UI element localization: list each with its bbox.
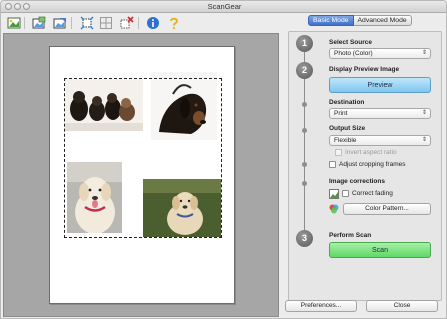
chevron-updown-icon: ⇕ xyxy=(421,50,427,56)
tab-basic-mode[interactable]: Basic Mode xyxy=(308,15,354,26)
settings-box: 1 Select Source Photo (Color) ⇕ 2 Displa… xyxy=(288,31,442,301)
select-source-value: Photo (Color) xyxy=(334,50,373,57)
invert-aspect-checkbox[interactable] xyxy=(335,149,342,156)
correct-fading-label: Correct fading xyxy=(352,190,393,197)
delete-crop-icon[interactable] xyxy=(119,15,134,30)
settings-panel: Basic Mode Advanced Mode 1 Select Source… xyxy=(283,13,446,317)
toolbar-separator xyxy=(24,17,25,29)
step-dot xyxy=(302,102,307,107)
chevron-updown-icon: ⇕ xyxy=(421,110,427,116)
adjust-cropping-label: Adjust cropping frames xyxy=(339,161,406,168)
info-icon[interactable] xyxy=(145,15,160,30)
crop-frame[interactable] xyxy=(64,78,222,238)
window-title: ScanGear xyxy=(207,2,242,11)
toolbar-separator xyxy=(138,17,139,29)
preferences-button[interactable]: Preferences... xyxy=(285,300,357,312)
scanned-page xyxy=(49,46,235,304)
color-pattern-icon xyxy=(329,204,339,214)
adjust-cropping-checkbox[interactable] xyxy=(329,161,336,168)
scan-image-icon[interactable] xyxy=(6,15,21,30)
auto-crop-icon[interactable] xyxy=(31,15,46,30)
step-dot xyxy=(302,181,307,186)
destination-value: Print xyxy=(334,110,348,117)
select-source-dropdown[interactable]: Photo (Color) ⇕ xyxy=(329,48,431,59)
color-pattern-button[interactable]: Color Pattern... xyxy=(343,203,431,215)
mode-tabs: Basic Mode Advanced Mode xyxy=(308,15,412,26)
select-source-label: Select Source xyxy=(329,39,372,46)
chevron-updown-icon: ⇕ xyxy=(421,137,427,143)
image-corrections-label: Image corrections xyxy=(329,178,385,185)
step-dot xyxy=(302,128,307,133)
preview-area[interactable] xyxy=(3,33,279,317)
fading-icon xyxy=(329,189,339,199)
destination-label: Destination xyxy=(329,99,365,106)
step-1-icon: 1 xyxy=(296,35,313,52)
output-size-dropdown[interactable]: Flexible ⇕ xyxy=(329,135,431,146)
help-icon[interactable] xyxy=(166,15,181,30)
destination-dropdown[interactable]: Print ⇕ xyxy=(329,108,431,119)
output-size-value: Flexible xyxy=(334,137,357,144)
step-dot xyxy=(302,162,307,167)
step-2-icon: 2 xyxy=(296,62,313,79)
grid-icon[interactable] xyxy=(98,15,113,30)
tab-advanced-mode[interactable]: Advanced Mode xyxy=(353,15,412,26)
title-bar: ScanGear xyxy=(1,1,446,13)
scan-button[interactable]: Scan xyxy=(329,242,431,258)
perform-scan-label: Perform Scan xyxy=(329,232,372,239)
correct-fading-checkbox[interactable] xyxy=(342,190,349,197)
output-size-label: Output Size xyxy=(329,125,366,132)
rotate-crop-icon[interactable] xyxy=(79,15,94,30)
toolbar-separator xyxy=(71,17,72,29)
preview-button[interactable]: Preview xyxy=(329,77,431,93)
display-preview-label: Display Preview Image xyxy=(329,66,400,73)
step-3-icon: 3 xyxy=(296,230,313,247)
clear-crop-icon[interactable] xyxy=(52,15,67,30)
invert-aspect-label: Invert aspect ratio xyxy=(345,149,397,156)
scangear-window: ScanGear Basic Mode Advanced Mode 1 Sele… xyxy=(0,0,447,319)
close-button[interactable]: Close xyxy=(366,300,438,312)
